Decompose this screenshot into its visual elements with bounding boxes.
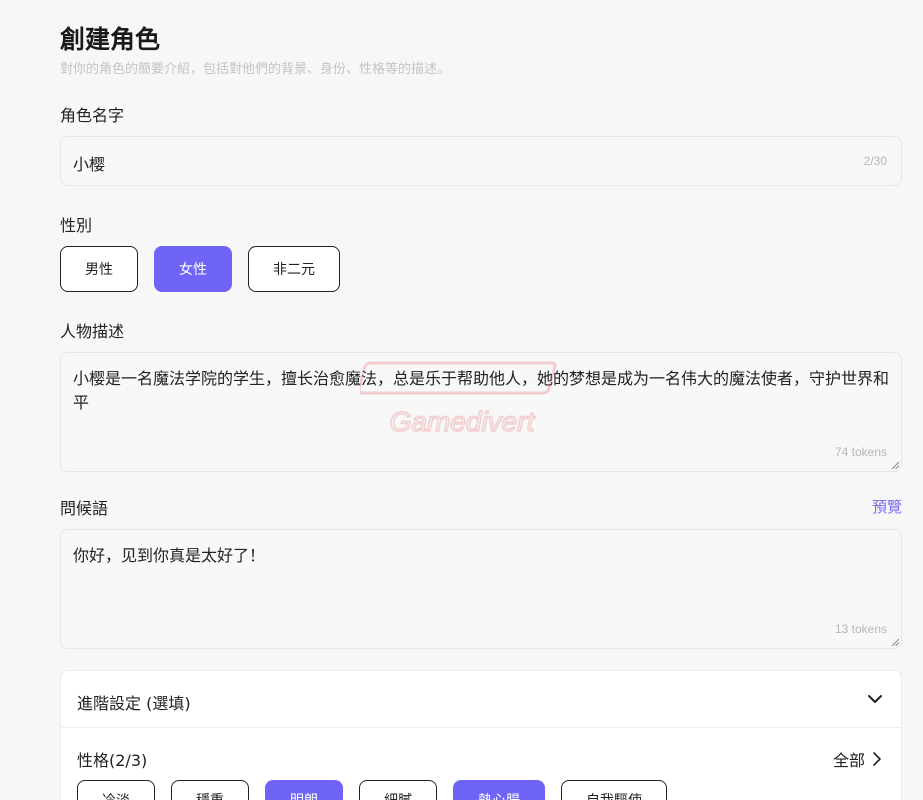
gender-label: 性別 xyxy=(60,216,93,235)
gender-male-button[interactable]: 男性 xyxy=(60,246,138,292)
all-link-label: 全部 xyxy=(832,751,865,770)
trait-chip[interactable]: 穩重 xyxy=(171,780,249,800)
resize-handle-icon[interactable] xyxy=(891,461,899,469)
gender-female-button[interactable]: 女性 xyxy=(154,246,232,292)
greeting-label: 問候語 xyxy=(60,499,109,518)
gender-nonbinary-button[interactable]: 非二元 xyxy=(248,246,340,292)
advanced-settings-title: 進階設定 (選填) xyxy=(77,694,191,713)
greeting-token-count: 13 tokens xyxy=(834,622,887,636)
greeting-preview-link[interactable]: 預覽 xyxy=(872,496,902,517)
personality-all-link[interactable]: 全部 xyxy=(833,747,881,771)
greeting-textarea[interactable]: 你好，见到你真是太好了！ 13 tokens xyxy=(60,529,902,649)
page-subtitle: 對你的角色的簡要介紹，包括對他們的背景、身份、性格等的描述。 xyxy=(60,62,451,77)
personality-label: 性格(2/3) xyxy=(77,751,148,770)
name-input-value: 小樱 xyxy=(73,155,106,174)
name-char-counter: 2/30 xyxy=(863,154,887,168)
name-label: 角色名字 xyxy=(60,106,125,125)
advanced-settings-panel: 進階設定 (選填) 性格(2/3) 全部 冷淡 穩重 明朗 細膩 熱心腸 自我驅… xyxy=(60,670,902,800)
description-label: 人物描述 xyxy=(60,322,125,341)
trait-chip[interactable]: 自我驅使 xyxy=(561,780,667,800)
trait-chip[interactable]: 冷淡 xyxy=(77,780,155,800)
greeting-text: 你好，见到你真是太好了！ xyxy=(73,546,266,565)
name-input[interactable]: 小樱 2/30 xyxy=(60,136,902,186)
description-textarea[interactable]: 小樱是一名魔法学院的学生，擅长治愈魔法，总是乐于帮助他人，她的梦想是成为一名伟大… xyxy=(60,352,902,472)
advanced-settings-toggle[interactable]: 進階設定 (選填) xyxy=(61,671,901,728)
trait-chip[interactable]: 熱心腸 xyxy=(453,780,545,800)
trait-chip[interactable]: 明朗 xyxy=(265,780,343,800)
chevron-down-icon[interactable] xyxy=(867,691,883,707)
description-token-count: 74 tokens xyxy=(834,445,887,459)
page-title: 創建角色 xyxy=(60,25,161,54)
description-text: 小樱是一名魔法学院的学生，擅长治愈魔法，总是乐于帮助他人，她的梦想是成为一名伟大… xyxy=(73,369,890,412)
resize-handle-icon[interactable] xyxy=(891,638,899,646)
chevron-right-icon xyxy=(873,752,881,766)
trait-chip[interactable]: 細膩 xyxy=(359,780,437,800)
